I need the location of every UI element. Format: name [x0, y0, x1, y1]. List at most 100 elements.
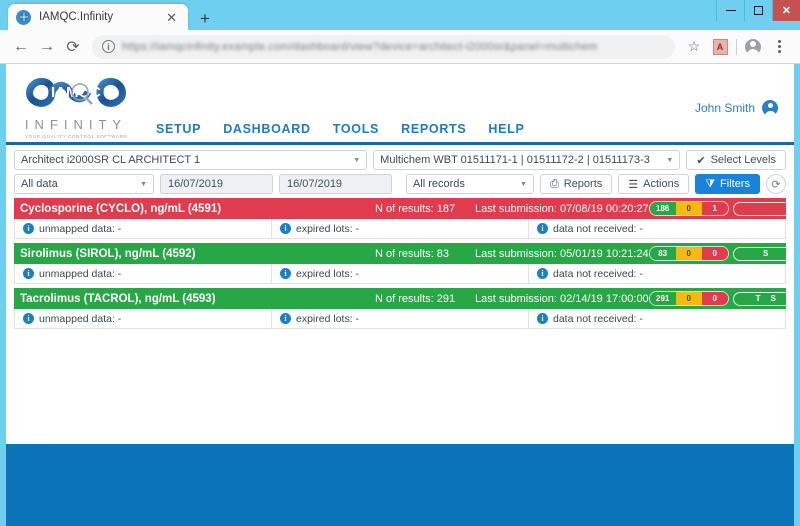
minimize-button[interactable]: [716, 0, 744, 21]
info-icon: i: [280, 223, 291, 234]
chevron-down-icon: ▼: [353, 156, 361, 164]
browser-toolbar: ← → ⟳ i https://iamqcinfinity.example.co…: [0, 30, 800, 64]
lot-select[interactable]: Multichem WBT 01511171-1 | 01511172-2 | …: [373, 150, 681, 170]
reload-icon[interactable]: ⟳: [60, 34, 86, 60]
badge-warning: 0: [675, 292, 702, 305]
favicon-icon: [16, 9, 31, 25]
info-icon: i: [280, 268, 291, 279]
reports-label: Reports: [563, 178, 603, 190]
main-navigation: SETUP DASHBOARD TOOLS REPORTS HELP: [156, 122, 525, 136]
select-levels-button[interactable]: ✔ Select Levels: [686, 150, 786, 170]
bookmark-star-icon[interactable]: ☆: [681, 34, 707, 60]
test-n-results: N of results: 83: [375, 247, 449, 260]
pdf-extension-icon[interactable]: A: [707, 34, 733, 60]
test-name: Sirolimus (SIROL), ng/mL (4592): [20, 247, 196, 260]
date-from-input[interactable]: 16/07/2019: [160, 174, 273, 194]
unmapped-data-text: unmapped data: -: [39, 267, 122, 280]
test-list: Cyclosporine (CYCLO), ng/mL (4591) N of …: [6, 198, 794, 329]
toolbar-divider: [736, 38, 737, 55]
test-subinfo: i unmapped data: - i expired lots: - i d…: [14, 264, 786, 284]
test-header[interactable]: Cyclosporine (CYCLO), ng/mL (4591) N of …: [14, 198, 794, 219]
funnel-icon: ⧩: [705, 177, 716, 190]
nav-item-setup[interactable]: SETUP: [156, 122, 201, 136]
device-select-value: Architect i2000SR CL ARCHITECT 1: [21, 154, 201, 166]
filters-label: Filters: [720, 178, 750, 190]
info-icon: i: [23, 268, 34, 279]
date-to-input[interactable]: 16/07/2019: [279, 174, 392, 194]
test-last-submission: Last submission: 05/01/19 10:21:24: [475, 247, 649, 260]
new-tab-button[interactable]: +: [200, 10, 210, 27]
info-icon: i: [537, 268, 548, 279]
badge-group: 83 0 0: [648, 246, 729, 261]
test-row: Tacrolimus (TACROL), ng/mL (4593) N of r…: [14, 288, 794, 329]
flag-pillbox: S: [732, 246, 794, 261]
badge-rejected: 0: [701, 247, 728, 260]
test-header[interactable]: Tacrolimus (TACROL), ng/mL (4593) N of r…: [14, 288, 794, 309]
badge-accepted: 291: [649, 292, 676, 305]
filter-row-top: Architect i2000SR CL ARCHITECT 1 ▼ Multi…: [14, 150, 786, 170]
refresh-button[interactable]: ⟳: [766, 174, 786, 194]
nav-item-dashboard[interactable]: DASHBOARD: [223, 122, 311, 136]
back-icon[interactable]: ←: [8, 34, 34, 60]
browser-menu-icon[interactable]: [766, 34, 792, 60]
test-header[interactable]: Sirolimus (SIROL), ng/mL (4592) N of res…: [14, 243, 794, 264]
forward-icon[interactable]: →: [34, 34, 60, 60]
data-range-value: All data: [21, 178, 58, 190]
maximize-button[interactable]: [744, 0, 772, 21]
expired-lots-cell: i expired lots: -: [272, 219, 529, 238]
info-icon: i: [280, 313, 291, 324]
info-icon: i: [23, 313, 34, 324]
actions-button[interactable]: ☰ Actions: [618, 174, 690, 194]
user-menu[interactable]: John Smith: [695, 100, 778, 116]
test-name: Tacrolimus (TACROL), ng/mL (4593): [20, 292, 216, 305]
info-icon: i: [537, 313, 548, 324]
records-select[interactable]: All records ▼: [405, 174, 534, 194]
data-not-received-cell: i data not received: -: [529, 309, 785, 328]
infinity-logo-icon: IAMQC: [26, 77, 126, 107]
test-last-submission: Last submission: 07/08/19 00:20:27: [475, 202, 649, 215]
unmapped-data-cell: i unmapped data: -: [15, 309, 272, 328]
unmapped-data-cell: i unmapped data: -: [15, 264, 272, 283]
window-controls: ✕: [716, 0, 800, 21]
lot-select-value: Multichem WBT 01511171-1 | 01511172-2 | …: [380, 154, 650, 166]
nav-item-help[interactable]: HELP: [488, 122, 524, 136]
browser-tab[interactable]: IAMQC.Infinity ✕: [8, 4, 188, 30]
logo-mark: IAMQC: [20, 68, 132, 116]
select-levels-label: Select Levels: [710, 154, 776, 166]
profile-avatar-icon[interactable]: [740, 34, 766, 60]
chevron-down-icon: ▼: [520, 180, 527, 188]
badge-accepted: 83: [649, 247, 676, 260]
app-logo[interactable]: IAMQC INFINITY YOUR QUALITY CONTROL SOFT…: [6, 64, 146, 142]
close-button[interactable]: ✕: [772, 0, 800, 21]
tab-close-icon[interactable]: ✕: [163, 11, 180, 24]
site-info-icon[interactable]: i: [102, 40, 115, 53]
nav-item-tools[interactable]: TOOLS: [333, 122, 379, 136]
info-icon: i: [23, 223, 34, 234]
expired-lots-text: expired lots: -: [296, 222, 360, 235]
reports-button[interactable]: ⎙ Reports: [539, 174, 613, 194]
test-badges: 83 0 0 S ⌄: [648, 246, 794, 261]
expired-lots-cell: i expired lots: -: [272, 309, 529, 328]
data-range-select[interactable]: All data ▼: [14, 174, 154, 194]
data-not-received-cell: i data not received: -: [529, 219, 785, 238]
flag-pillbox: T S: [732, 291, 794, 306]
expired-lots-cell: i expired lots: -: [272, 264, 529, 283]
logo-tagline: YOUR QUALITY CONTROL SOFTWARE: [24, 134, 128, 139]
badge-rejected: 0: [701, 292, 728, 305]
flag-pillbox: [732, 201, 794, 216]
filters-button[interactable]: ⧩ Filters: [695, 174, 760, 194]
app-page: IAMQC INFINITY YOUR QUALITY CONTROL SOFT…: [6, 64, 794, 526]
device-select[interactable]: Architect i2000SR CL ARCHITECT 1 ▼: [14, 150, 368, 170]
badge-accepted: 186: [649, 202, 676, 215]
printer-icon: ⎙: [549, 177, 559, 190]
user-avatar-icon: [762, 100, 778, 116]
test-badges: 291 0 0 T S ⌄: [648, 291, 794, 306]
data-not-received-text: data not received: -: [553, 222, 643, 235]
tab-title: IAMQC.Infinity: [39, 11, 114, 23]
records-select-value: All records: [412, 178, 465, 190]
test-n-results: N of results: 291: [375, 292, 456, 305]
test-row: Cyclosporine (CYCLO), ng/mL (4591) N of …: [14, 198, 794, 239]
unmapped-data-text: unmapped data: -: [39, 312, 122, 325]
nav-item-reports[interactable]: REPORTS: [401, 122, 466, 136]
address-bar[interactable]: i https://iamqcinfinity.example.com/dash…: [92, 34, 675, 59]
